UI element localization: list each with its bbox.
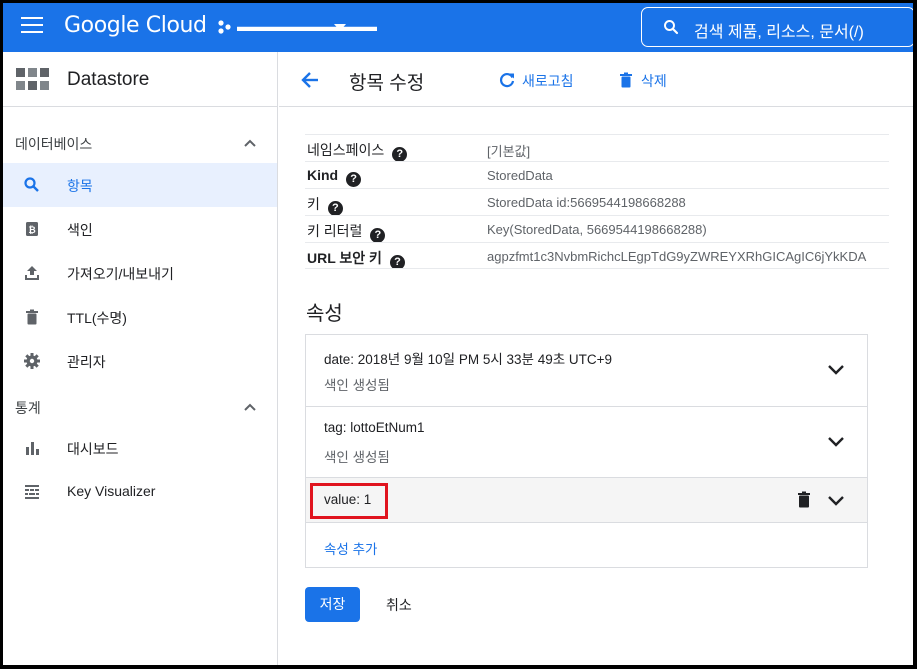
- sidebar-item-import-export[interactable]: 가져오기/내보내기: [3, 251, 277, 295]
- meta-key: 키?: [307, 194, 343, 215]
- trash-icon: [620, 72, 632, 88]
- properties-title: 속성: [306, 303, 343, 325]
- sidebar-item-ttl[interactable]: TTL(수명): [3, 295, 277, 339]
- sidebar-item-dashboard[interactable]: 대시보드: [3, 426, 277, 470]
- trash-icon[interactable]: [797, 491, 811, 508]
- help-icon[interactable]: ?: [327, 201, 343, 215]
- entity-meta-table: 네임스페이스? [기본값] Kind? StoredData 키? Stored…: [305, 134, 889, 269]
- property-row-value[interactable]: value: 1: [306, 478, 867, 523]
- sidebar-item-label: 관리자: [67, 354, 106, 370]
- page-header: 항목 수정 새로고침 삭제: [279, 52, 913, 107]
- meta-row-namespace: 네임스페이스? [기본값]: [305, 134, 889, 161]
- meta-key: URL 보안 키?: [307, 248, 405, 268]
- meta-row-key-literal: 키 리터럴? Key(StoredData, 5669544198668288): [305, 215, 889, 242]
- help-icon[interactable]: ?: [392, 147, 408, 161]
- section-title-database: 데이터베이스: [15, 136, 93, 152]
- datastore-icon: [16, 68, 49, 90]
- section-title-stats: 통계: [15, 400, 41, 416]
- refresh-icon: [499, 73, 515, 88]
- property-indexed: 색인 생성됨: [324, 450, 390, 465]
- property-row-tag[interactable]: tag: lottoEtNum1 색인 생성됨: [306, 407, 867, 478]
- meta-row-kind: Kind? StoredData: [305, 161, 889, 188]
- property-row-date[interactable]: date: 2018년 9월 10일 PM 5시 33분 49초 UTC+9 색…: [306, 335, 867, 407]
- meta-key: Kind?: [307, 167, 362, 187]
- sidebar-item-label: 색인: [67, 222, 93, 238]
- chevron-up-icon[interactable]: [243, 402, 257, 412]
- save-button[interactable]: 저장: [305, 587, 360, 622]
- caret-down-icon: [334, 24, 346, 31]
- meta-value: StoredData id:5669544198668288: [487, 195, 686, 210]
- meta-row-key: 키? StoredData id:5669544198668288: [305, 188, 889, 215]
- main-content: 항목 수정 새로고침 삭제 네임스페이스? [기본값] Kind ? Store…: [279, 52, 913, 665]
- gear-icon: [24, 353, 40, 369]
- product-title: Datastore: [67, 69, 150, 90]
- meta-key: 네임스페이스?: [307, 140, 408, 161]
- meta-value: [기본값]: [487, 144, 531, 159]
- meta-value: StoredData: [487, 168, 553, 183]
- heatmap-icon: [25, 485, 39, 499]
- search-icon: [24, 177, 39, 192]
- property-text: value: 1: [324, 492, 372, 507]
- chevron-down-icon[interactable]: [827, 495, 845, 507]
- menu-icon[interactable]: [21, 17, 43, 35]
- search-input[interactable]: 검색 제품, 리소스, 문서(/): [641, 7, 913, 47]
- help-icon[interactable]: ?: [346, 172, 362, 187]
- project-name: ▬▬▬▬▬▬▬▬▬▬: [237, 18, 377, 34]
- property-text: date: 2018년 9월 10일 PM 5시 33분 49초 UTC+9: [324, 352, 613, 367]
- top-bar: Google Cloud ▬▬▬▬▬▬▬▬▬▬ 검색 제품, 리소스, 문서(/…: [3, 3, 913, 52]
- sidebar-header: Datastore: [3, 52, 278, 107]
- svg-text:₿: ₿: [28, 225, 35, 236]
- chevron-down-icon[interactable]: [827, 436, 845, 448]
- meta-row-url-safe-key: URL 보안 키? agpzfmt1c3NvbmRichcLEgpTdG9yZW…: [305, 242, 889, 269]
- help-icon[interactable]: ?: [389, 255, 405, 268]
- sidebar-item-label: Key Visualizer: [67, 483, 156, 499]
- bar-chart-icon: [26, 442, 39, 455]
- sidebar-item-label: TTL(수명): [67, 310, 127, 326]
- sidebar-item-label: 대시보드: [67, 441, 119, 457]
- search-icon: [664, 20, 679, 35]
- chevron-up-icon[interactable]: [243, 138, 257, 148]
- refresh-label: 새로고침: [522, 73, 574, 89]
- property-text: tag: lottoEtNum1: [324, 420, 425, 435]
- search-placeholder: 검색 제품, 리소스, 문서(/): [694, 24, 864, 41]
- meta-value: Key(StoredData, 5669544198668288): [487, 222, 707, 237]
- help-icon[interactable]: ?: [370, 228, 386, 242]
- chevron-down-icon[interactable]: [827, 364, 845, 376]
- sidebar-item-entities[interactable]: 항목: [3, 163, 277, 207]
- app-window: Google Cloud ▬▬▬▬▬▬▬▬▬▬ 검색 제품, 리소스, 문서(/…: [3, 3, 913, 665]
- cancel-button[interactable]: 취소: [386, 595, 412, 615]
- property-indexed: 색인 생성됨: [324, 378, 390, 393]
- sidebar-item-key-visualizer[interactable]: Key Visualizer: [3, 470, 277, 514]
- sidebar-item-label: 가져오기/내보내기: [67, 266, 174, 282]
- properties-list: date: 2018년 9월 10일 PM 5시 33분 49초 UTC+9 색…: [305, 334, 868, 568]
- sidebar-item-admin[interactable]: 관리자: [3, 339, 277, 383]
- google-cloud-logo[interactable]: Google Cloud: [64, 13, 207, 38]
- add-property-link[interactable]: 속성 추가: [324, 538, 377, 558]
- delete-label: 삭제: [641, 73, 667, 89]
- index-icon: ₿: [26, 222, 38, 236]
- sidebar: Datastore 데이터베이스 항목 ₿ 색인 가져오기/내보내기 TTL(수…: [3, 52, 278, 665]
- upload-icon: [25, 266, 39, 280]
- trash-icon: [26, 309, 38, 325]
- meta-value: agpzfmt1c3NvbmRichcLEgpTdG9yZWREYXRhGICA…: [487, 249, 867, 264]
- page-title: 항목 수정: [349, 73, 425, 94]
- project-icon: [218, 20, 231, 34]
- back-arrow-icon[interactable]: [299, 69, 321, 91]
- sidebar-item-label: 항목: [67, 178, 93, 194]
- sidebar-item-indexes[interactable]: ₿ 색인: [3, 207, 277, 251]
- meta-key: 키 리터럴?: [307, 221, 386, 242]
